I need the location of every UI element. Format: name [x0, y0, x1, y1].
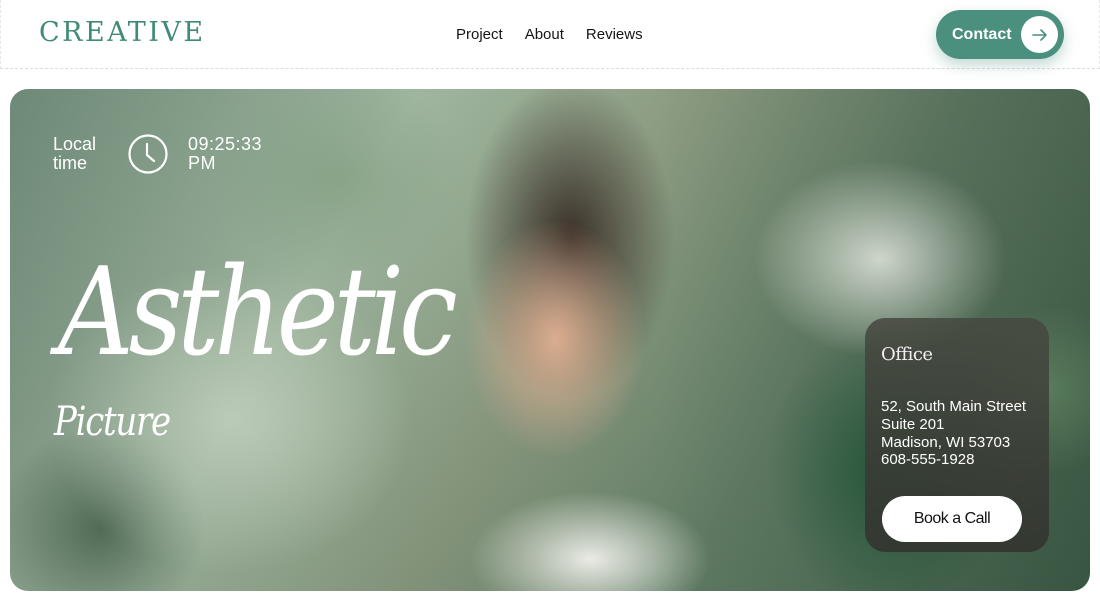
nav-link-project[interactable]: Project	[456, 26, 503, 43]
office-address-suite: Suite 201	[881, 416, 945, 433]
nav-link-reviews[interactable]: Reviews	[586, 26, 643, 43]
office-title: Office	[881, 344, 933, 365]
nav-link-about[interactable]: About	[525, 26, 564, 43]
hero-banner: Local time 09:25:33 PM Asthetic Picture …	[10, 89, 1090, 591]
site-header: CREATIVE Project About Reviews Contact	[0, 0, 1100, 69]
logo[interactable]: CREATIVE	[39, 17, 206, 48]
contact-button-label: Contact	[952, 25, 1012, 43]
contact-button[interactable]: Contact	[936, 10, 1064, 59]
book-call-button[interactable]: Book a Call	[882, 496, 1022, 542]
arrow-right-icon	[1021, 16, 1058, 53]
hero-subheadline: Picture	[54, 399, 171, 445]
office-card: Office 52, South Main Street Suite 201 M…	[865, 318, 1049, 552]
office-phone: 608-555-1928	[881, 451, 975, 468]
local-time-value: 09:25:33 PM	[188, 134, 263, 173]
hero-headline: Asthetic	[58, 241, 458, 383]
local-time-label: Local time	[53, 134, 97, 173]
main-nav: Project About Reviews	[456, 26, 643, 43]
clock-icon	[128, 134, 168, 174]
office-address-street: 52, South Main Street	[881, 398, 1027, 415]
office-address-city: Madison, WI 53703	[881, 434, 1011, 451]
